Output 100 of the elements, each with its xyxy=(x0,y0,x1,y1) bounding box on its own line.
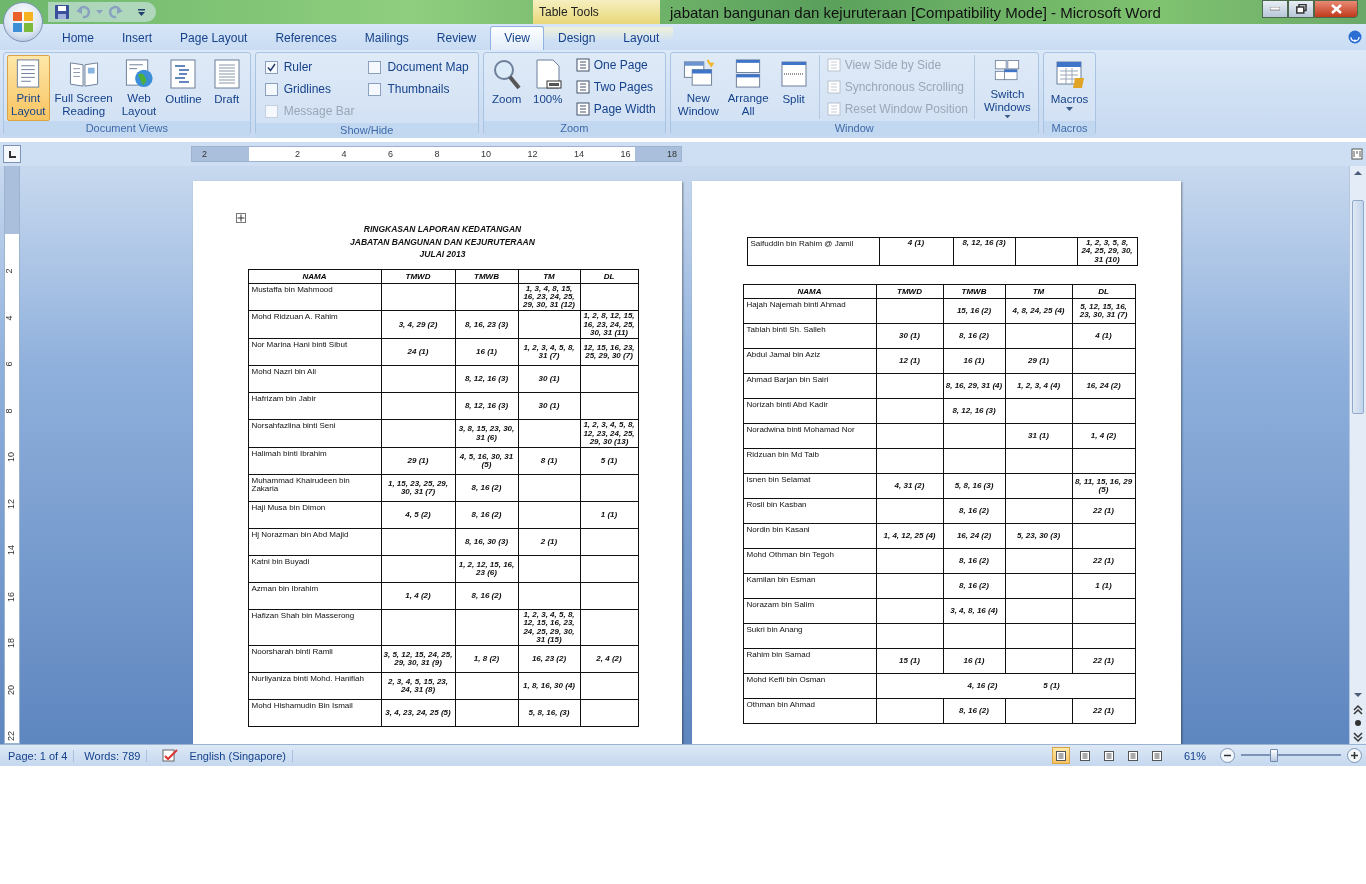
table-cell: 22 (1) xyxy=(1072,698,1135,724)
ribbon-button[interactable]: 100% xyxy=(527,55,568,121)
table-cell xyxy=(876,698,943,724)
zoom-level[interactable]: 61% xyxy=(1183,749,1206,762)
ribbon-tab[interactable]: References xyxy=(261,26,351,50)
ribbon-tab[interactable]: View xyxy=(490,26,544,50)
close-button[interactable] xyxy=(1314,0,1358,18)
column-header: TM xyxy=(1005,284,1072,299)
proofing-icon[interactable] xyxy=(161,748,180,763)
ribbon-button[interactable]: Web Layout xyxy=(117,55,161,121)
save-icon[interactable] xyxy=(54,4,70,20)
restore-button[interactable] xyxy=(1288,0,1314,18)
ribbon-button[interactable]: New Window xyxy=(673,55,723,121)
ribbon-button[interactable]: One Page xyxy=(572,55,658,75)
table-cell: Muhammad Khairudeen bin Zakaria xyxy=(248,474,381,502)
table-cell: 1 (1) xyxy=(580,501,638,529)
ribbon-button[interactable]: Switch Windows xyxy=(980,55,1035,121)
ribbon-tab[interactable]: Home xyxy=(48,26,108,50)
vertical-scrollbar[interactable] xyxy=(1349,166,1366,744)
checkbox[interactable] xyxy=(264,60,278,74)
ribbon-tab[interactable]: Insert xyxy=(108,26,167,50)
checkbox[interactable] xyxy=(264,82,278,96)
table-cell: 16, 24 (2) xyxy=(943,523,1005,549)
table-cell: Mohd Ridzuan A. Rahim xyxy=(248,310,381,339)
table-cell: 4 (1) xyxy=(1072,323,1135,349)
checkbox-option[interactable]: Thumbnails xyxy=(368,78,469,100)
zoom-out-button[interactable] xyxy=(1220,748,1235,763)
table-cell xyxy=(876,373,943,399)
table-cell xyxy=(943,423,1005,449)
table-cell xyxy=(455,609,518,646)
table-cell: Sukri bin Anang xyxy=(743,623,876,649)
table-cell: 29 (1) xyxy=(1005,348,1072,374)
table-cell: 8, 12, 16 (3) xyxy=(455,392,518,420)
word-count[interactable]: Words: 789 xyxy=(80,749,148,762)
table-cell xyxy=(580,609,638,646)
table-cell xyxy=(580,474,638,502)
table-cell: 24 (1) xyxy=(381,338,455,366)
column-header: DL xyxy=(580,269,638,283)
help-icon[interactable] xyxy=(1348,30,1362,44)
table-cell: 8, 16, 30 (3) xyxy=(455,528,518,556)
table-cell: 3, 4, 29 (2) xyxy=(381,310,455,339)
ruler-number: 14 xyxy=(574,148,584,160)
language-indicator[interactable]: English (Singapore) xyxy=(185,749,293,762)
table-cell xyxy=(1005,548,1072,574)
table-cell xyxy=(1005,698,1072,724)
vertical-ruler[interactable]: 2 4 6 8 10 12 14 16 18 20 22 xyxy=(4,166,20,744)
view-mode-button[interactable] xyxy=(1051,747,1070,764)
page-view-icon xyxy=(1078,749,1091,762)
checkbox[interactable] xyxy=(368,82,382,96)
ribbon-button[interactable]: Zoom xyxy=(486,55,527,121)
ribbon-button[interactable]: Macros xyxy=(1046,55,1093,121)
office-logo-icon[interactable] xyxy=(10,9,36,35)
page-view-icon xyxy=(1054,749,1067,762)
contextual-group-label: Table Tools xyxy=(539,5,599,19)
ribbon-button[interactable]: Arrange All xyxy=(723,55,773,121)
newwin-icon xyxy=(682,58,715,89)
close-icon xyxy=(1330,4,1342,14)
table-cell xyxy=(455,283,518,311)
checkbox[interactable] xyxy=(368,60,382,74)
checkbox-option[interactable]: Gridlines xyxy=(264,78,355,100)
table-cell xyxy=(876,573,943,599)
table-cell: 4, 16 (2) 5 (1) xyxy=(876,673,1135,699)
page-count[interactable]: Page: 1 of 4 xyxy=(4,749,75,762)
ribbon-tab[interactable]: Review xyxy=(422,26,491,50)
table-cell: 1 (1) xyxy=(1072,573,1135,599)
view-ruler-button[interactable] xyxy=(1349,145,1365,163)
table-cell xyxy=(518,501,580,529)
ribbon-button[interactable]: Page Width xyxy=(572,99,658,119)
table-cell xyxy=(876,623,943,649)
ribbon-button[interactable]: Outline xyxy=(161,55,206,121)
minimize-button[interactable] xyxy=(1262,0,1288,18)
checkbox-option[interactable]: Document Map xyxy=(368,56,469,78)
ribbon-tab[interactable]: Mailings xyxy=(350,26,423,50)
ribbon-button[interactable]: Print Layout xyxy=(7,55,50,121)
table-cell: 5, 12, 15, 16, 23, 30, 31 (7) xyxy=(1072,298,1135,324)
tab-selector-button[interactable] xyxy=(3,145,21,163)
checkbox-option[interactable]: Ruler xyxy=(264,56,355,78)
ribbon-button[interactable]: Full Screen Reading xyxy=(50,55,117,121)
slider-thumb[interactable] xyxy=(1270,749,1278,762)
ribbon-tab[interactable]: Page Layout xyxy=(166,26,262,50)
table-cell: 30 (1) xyxy=(518,392,580,420)
ruler-number: 14 xyxy=(6,545,16,555)
table-cell: 12 (1) xyxy=(876,348,943,374)
ribbon-button[interactable]: Split xyxy=(773,55,814,121)
zoom-in-button[interactable] xyxy=(1347,748,1362,763)
horizontal-ruler[interactable]: 2 2 4 6 8 10 12 14 16 18 xyxy=(191,146,682,162)
column-header: TMWD xyxy=(381,269,455,283)
table-cell: Ahmad Barjan bin Sairi xyxy=(743,373,876,399)
table-cell: Halimah binti Ibrahim xyxy=(248,447,381,475)
ribbon-button[interactable]: Draft xyxy=(206,55,247,121)
table-cell: Mohd Nazri bin Ali xyxy=(248,365,381,393)
table-cell: 8, 16 (2) xyxy=(455,474,518,502)
next-page-icon[interactable] xyxy=(1350,730,1366,744)
customize-menu-icon[interactable] xyxy=(137,7,146,17)
table-move-handle-icon[interactable] xyxy=(235,213,246,223)
table-cell: 15 (1) xyxy=(876,648,943,674)
table-cell xyxy=(1005,573,1072,599)
table-cell xyxy=(1072,523,1135,549)
ribbon-button[interactable]: Two Pages xyxy=(572,77,658,97)
table-cell: Nor Marina Hani binti Sibut xyxy=(248,338,381,366)
